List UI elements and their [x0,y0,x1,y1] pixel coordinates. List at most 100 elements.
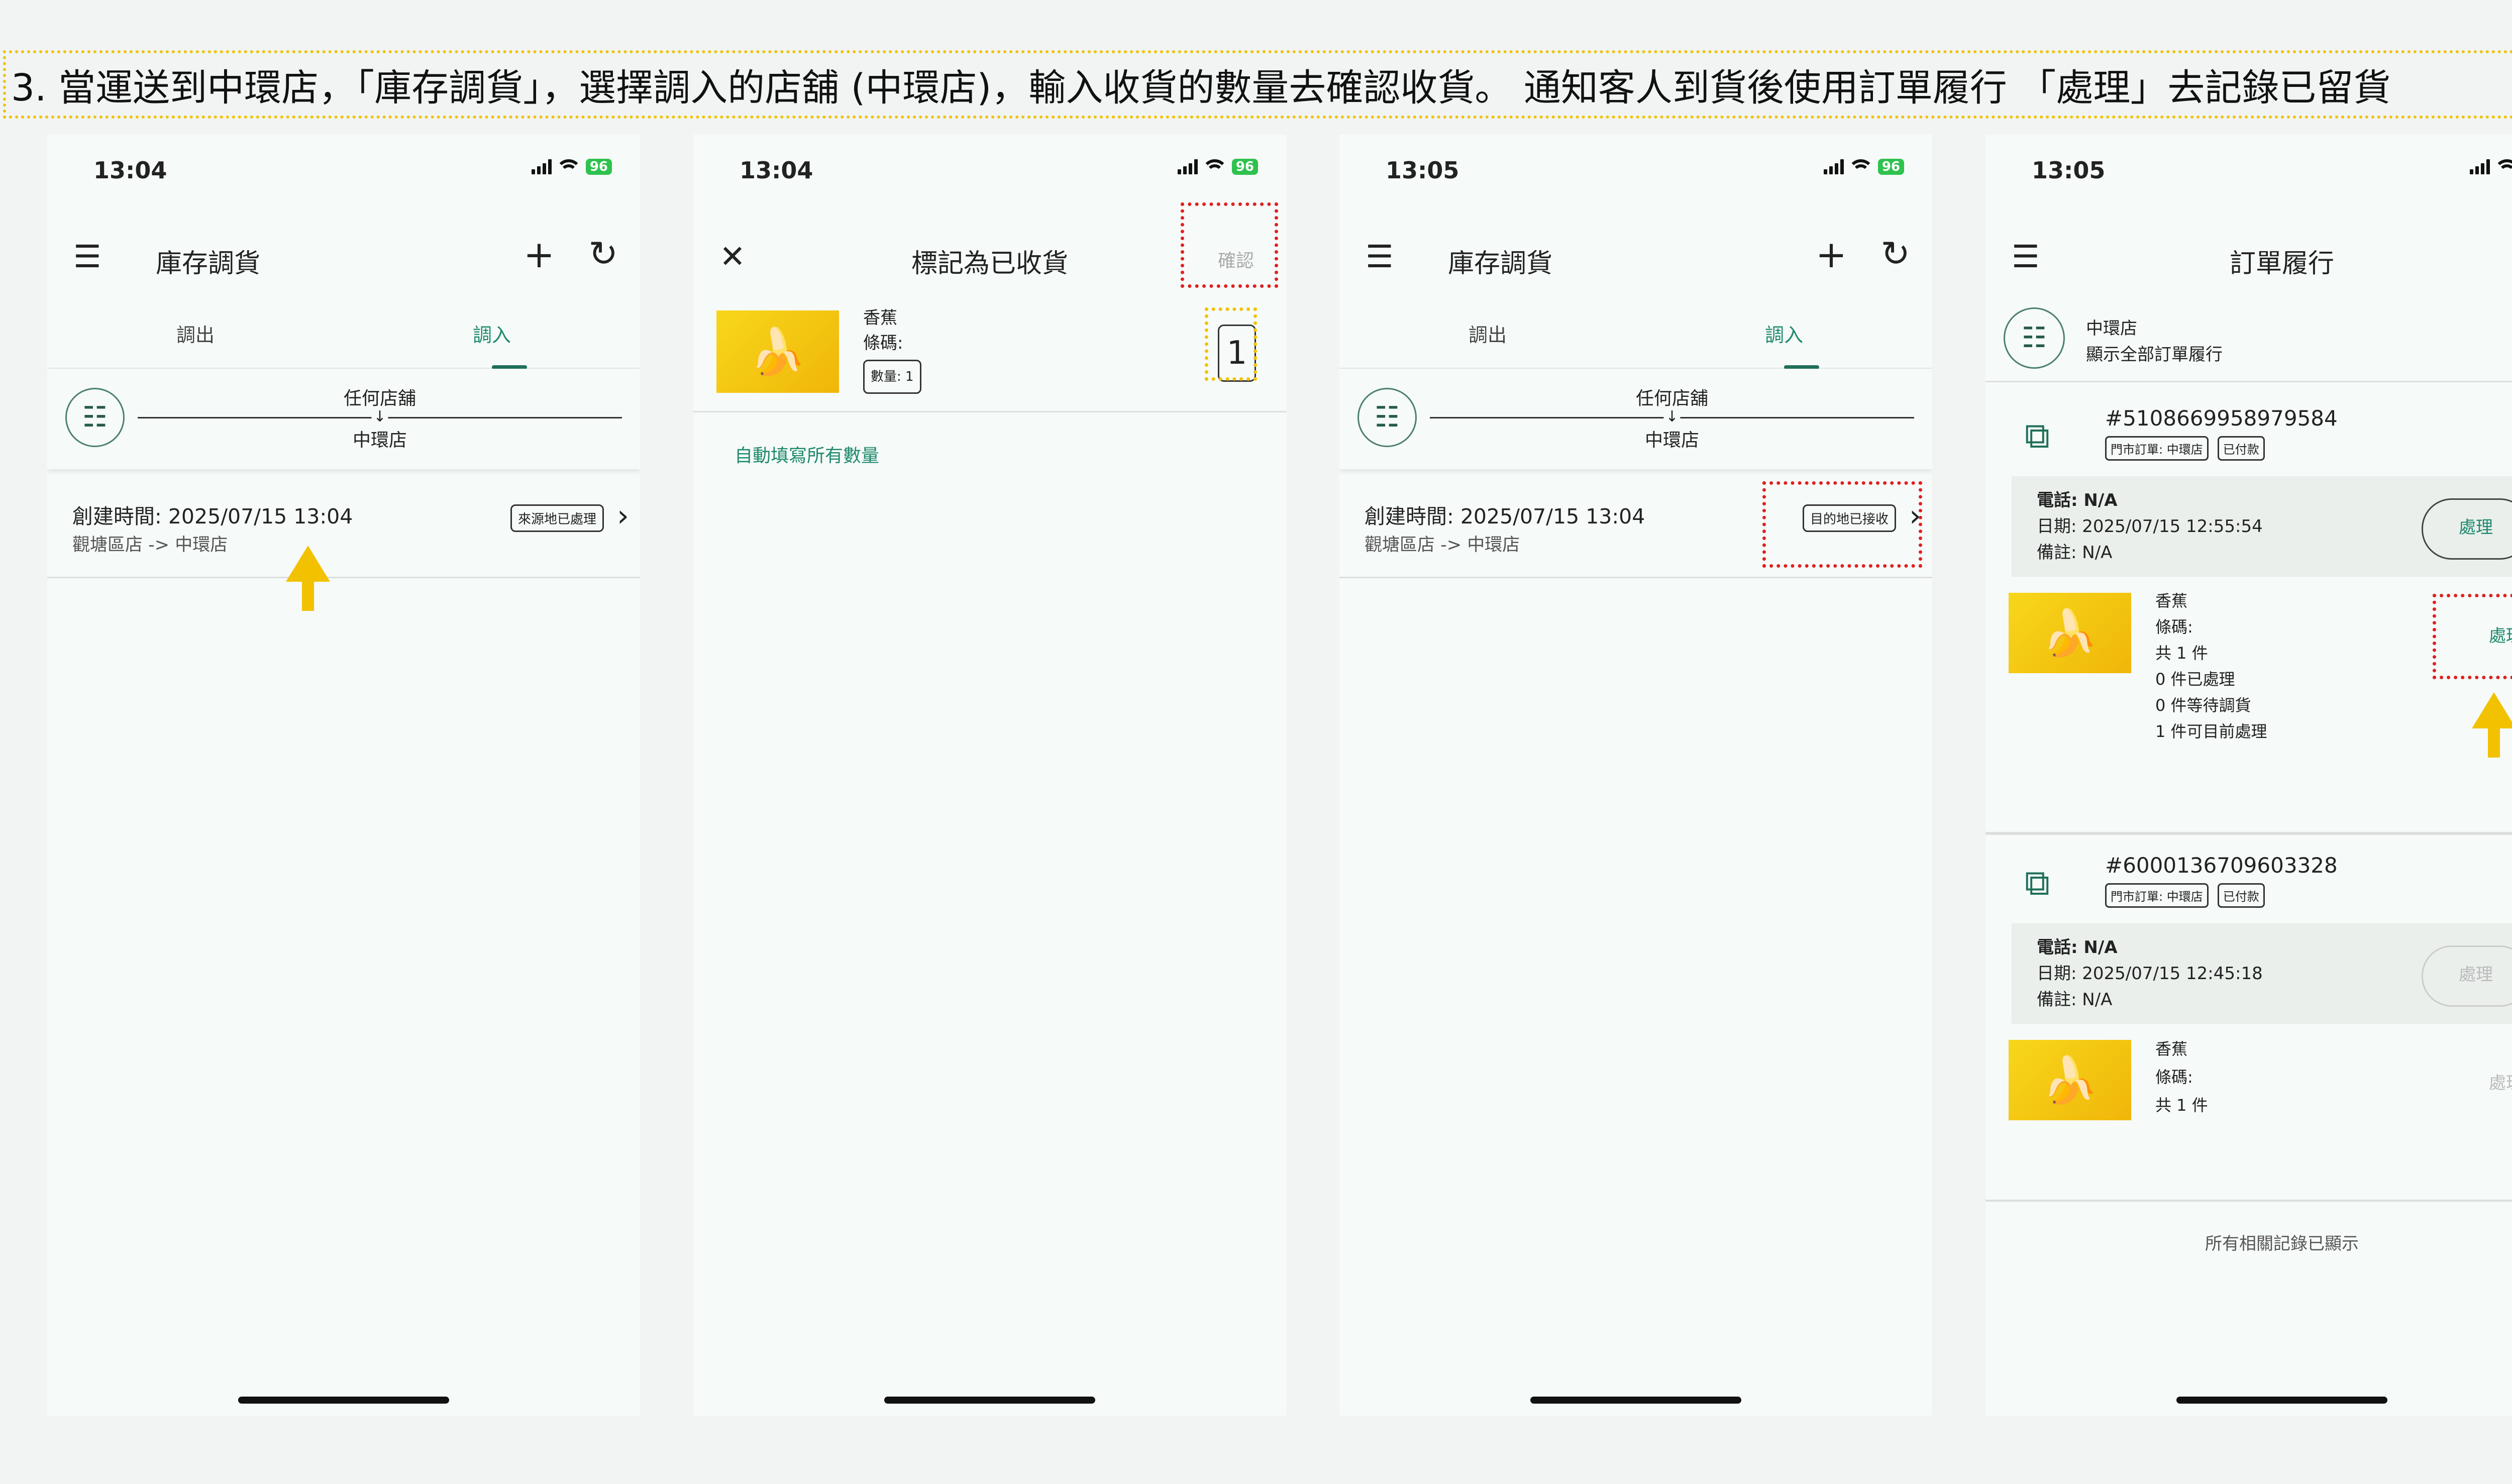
from-store: 任何店舖 [1635,388,1708,409]
external-link-icon[interactable]: ⧉ [2025,862,2050,904]
home-indicator [238,1397,449,1404]
received-item: 🍌 香蕉 條碼: 數量: 1 1 [693,305,1286,412]
order-info-lines: 電話: N/A 日期: 2025/07/15 12:45:18 備註: N/A [2037,934,2263,1013]
from-to-selector[interactable]: 任何店舖 ↓ 中環店 [138,384,622,452]
transfer-record[interactable]: 創建時間: 2025/07/15 13:04 觀塘區店 -> 中環店 來源地已處… [47,476,640,578]
autofill-link[interactable]: 自動填寫所有數量 [735,441,879,467]
status-time: 13:04 [740,157,813,184]
highlight-confirm [1181,202,1278,288]
tab-transfer-out[interactable]: 調出 [1339,320,1636,347]
transfer-route: 觀塘區店 -> 中環店 [1365,535,1520,555]
scope-label: 顯示全部訂單履行 [2086,345,2223,365]
order-tags: 門市訂單: 中環店 已付款 [2105,436,2265,461]
to-store: 中環店 [1644,430,1699,451]
highlight-quantity [1205,307,1257,381]
arrow-down-icon: ↓ [1663,408,1681,426]
status-icons: 96 [531,159,612,175]
list-end-text: 所有相關記錄已顯示 [2205,1234,2359,1254]
process-order-button[interactable]: 處理 [2422,945,2512,1007]
status-badge: 來源地已處理 [510,504,604,532]
filter-icon[interactable]: ☷ [2004,307,2065,369]
page-title: 訂單履行 [2229,249,2334,279]
phone-mark-received: 13:04 96 ✕ 標記為已收貨 確認 🍌 香蕉 條碼: 數量: 1 1 自動… [693,135,1286,1416]
battery-icon: 96 [1231,159,1258,175]
instruction-text: 3. 當運送到中環店，「庫存調貨」，選擇調入的店舖 (中環店)，輸入收貨的數量去… [11,66,2391,110]
created-time: 創建時間: 2025/07/15 13:04 [1365,504,1645,528]
add-icon[interactable]: + [524,236,555,273]
order-info: 電話: N/A 日期: 2025/07/15 12:55:54 備註: N/A … [2012,476,2512,577]
order-phone: 電話: N/A [2037,490,2118,510]
item-processed: 0 件已處理 [2155,670,2235,689]
app-bar: ☰ 訂單履行 ↻ [1985,220,2512,295]
divider: ↓ [138,408,622,426]
item-details: 香蕉 條碼: 共 1 件 0 件已處理 0 件等待調貨 1 件可目前處理 [2155,588,2267,745]
filter-icon[interactable]: ☷ [65,388,125,447]
home-indicator [884,1397,1095,1404]
banana-image: 🍌 [716,310,839,393]
status-time: 13:05 [1386,157,1459,184]
tab-transfer-out[interactable]: 調出 [47,320,344,347]
transfer-route: 觀塘區店 -> 中環店 [72,535,228,555]
order-date: 日期: 2025/07/15 12:55:54 [2037,516,2263,537]
quantity-badge: 數量: 1 [863,360,921,394]
menu-icon[interactable]: ☰ [1366,239,1394,274]
order-card: ⧉ #6000136709603328 門市訂單: 中環店 已付款 ˄ 電話: … [1985,838,2512,1159]
tag-store-order: 門市訂單: 中環店 [2105,883,2209,908]
wifi-icon [1204,159,1225,174]
battery-icon: 96 [1877,159,1904,175]
wifi-icon [1850,159,1871,174]
item-total: 共 1 件 [2155,1096,2208,1115]
store-filter: ☷ 任何店舖 ↓ 中環店 [1339,369,1932,469]
signal-icon [1823,159,1844,174]
item-waiting: 0 件等待調貨 [2155,696,2251,715]
process-item-button[interactable]: 處理 [2489,1069,2512,1094]
signal-icon [1177,159,1198,174]
external-link-icon[interactable]: ⧉ [2025,415,2050,457]
filter-icon[interactable]: ☷ [1357,388,1417,447]
add-icon[interactable]: + [1816,236,1847,273]
order-info: 電話: N/A 日期: 2025/07/15 12:45:18 備註: N/A … [2012,923,2512,1024]
battery-icon: 96 [585,159,612,175]
from-to-selector[interactable]: 任何店舖 ↓ 中環店 [1430,384,1914,452]
tag-paid: 已付款 [2217,883,2265,908]
refresh-icon[interactable]: ↻ [1880,235,1910,272]
highlight-process [2433,594,2512,679]
tab-transfer-in[interactable]: 調入 [344,320,640,347]
status-time: 13:05 [2032,157,2106,184]
highlight-status [1762,481,1922,568]
page-title: 庫存調貨 [1448,249,1553,279]
store-info: 中環店 顯示全部訂單履行 [2086,315,2223,368]
signal-icon [2469,159,2490,174]
item-barcode: 條碼: [863,333,903,353]
tab-bar: 調出 調入 [1339,305,1932,369]
chevron-right-icon[interactable]: › [617,498,629,534]
banana-image: 🍌 [2009,1040,2131,1120]
app-bar: ☰ 庫存調貨 + ↻ [47,220,640,295]
tab-bar: 調出 調入 [47,305,640,369]
wifi-icon [558,159,579,174]
order-phone: 電話: N/A [2037,937,2118,958]
item-barcode: 條碼: [2155,617,2193,637]
home-indicator [2176,1397,2387,1404]
list-divider [1985,1200,2512,1202]
process-order-button[interactable]: 處理 [2422,498,2512,560]
item-details: 香蕉 條碼: 數量: 1 [863,305,921,394]
status-icons: 96 [1823,159,1904,175]
store-name: 中環店 [2086,319,2137,339]
order-note: 備註: N/A [2037,990,2113,1010]
phone-transfer-in-received: 13:05 96 ☰ 庫存調貨 + ↻ 調出 調入 ☷ 任何店舖 ↓ 中環店 創… [1339,135,1932,1416]
divider: ↓ [1430,408,1914,426]
store-filter: ☷ 中環店 顯示全部訂單履行 [1985,295,2512,382]
item-available: 1 件可目前處理 [2155,722,2267,741]
created-time: 創建時間: 2025/07/15 13:04 [72,504,353,528]
order-number: #5108669958979584 [2105,406,2338,431]
page-title: 庫存調貨 [156,249,261,279]
status-icons: 96 [2469,159,2512,175]
tab-transfer-in[interactable]: 調入 [1636,320,1932,347]
banana-image: 🍌 [2009,593,2131,673]
status-icons: 96 [1177,159,1258,175]
order-number: #6000136709603328 [2105,853,2338,878]
refresh-icon[interactable]: ↻ [588,235,618,272]
menu-icon[interactable]: ☰ [73,239,101,274]
order-divider [1985,832,2512,835]
